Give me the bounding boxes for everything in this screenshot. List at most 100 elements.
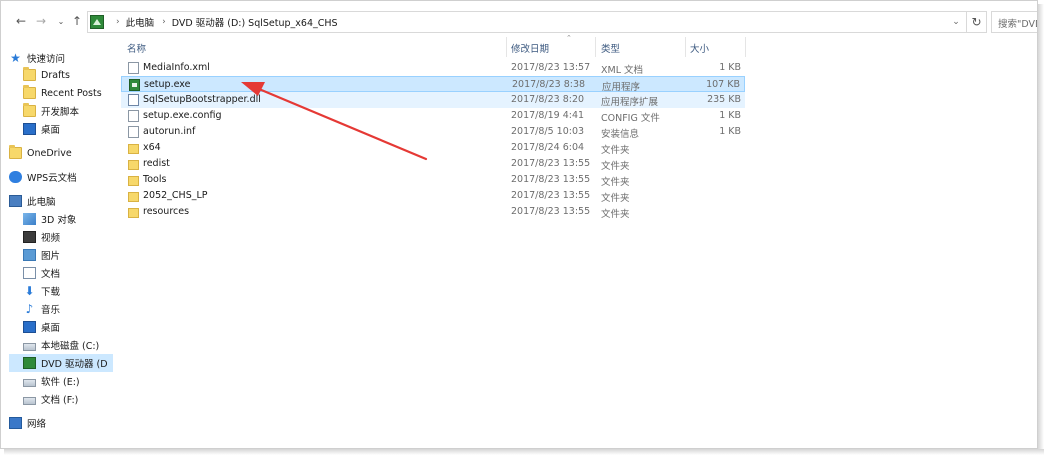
- column-header-type[interactable]: 类型: [601, 41, 620, 55]
- file-type: 安装信息: [601, 129, 640, 140]
- file-row[interactable]: x64 2017/8/24 6:04 文件夹: [121, 140, 745, 156]
- file-type: 应用程序: [602, 82, 641, 93]
- file-row[interactable]: redist 2017/8/23 13:55 文件夹: [121, 156, 745, 172]
- sidebar-item-dvd-drive[interactable]: DVD 驱动器 (D: [9, 354, 113, 372]
- breadcrumb-separator-icon: ›: [162, 17, 166, 27]
- sidebar-item-label: 此电脑: [27, 197, 56, 208]
- file-row[interactable]: SqlSetupBootstrapper.dll 2017/8/23 8:20 …: [121, 92, 745, 108]
- sidebar-item-label: 桌面: [41, 125, 61, 136]
- file-row[interactable]: autorun.inf 2017/8/5 10:03 安装信息 1 KB: [121, 124, 745, 140]
- sidebar-item-label: 视频: [41, 233, 61, 244]
- documents-icon: [23, 267, 36, 279]
- file-date: 2017/8/23 13:55: [511, 190, 591, 201]
- recent-locations-chevron-icon[interactable]: ⌄: [53, 13, 69, 29]
- file-size: 235 KB: [707, 94, 741, 105]
- search-input[interactable]: 搜索"DVD 驱动器 (D:): [991, 11, 1037, 33]
- refresh-icon[interactable]: ↻: [967, 11, 987, 33]
- sidebar-item-this-pc[interactable]: 此电脑: [9, 192, 113, 210]
- file-name: autorun.inf: [143, 126, 196, 137]
- exe-file-icon: [129, 79, 140, 91]
- sidebar-item-onedrive[interactable]: OneDrive: [9, 144, 113, 162]
- sidebar-item-label: 开发脚本: [41, 107, 80, 118]
- up-arrow-icon[interactable]: ↑: [69, 13, 85, 29]
- folder-icon: [128, 208, 139, 218]
- column-header-name[interactable]: 名称: [127, 41, 146, 55]
- sidebar-item-recent-posts[interactable]: Recent Posts: [9, 84, 113, 102]
- breadcrumb-dvd-drive[interactable]: DVD 驱动器 (D:) SqlSetup_x64_CHS: [172, 15, 338, 29]
- file-row[interactable]: 2052_CHS_LP 2017/8/23 13:55 文件夹: [121, 188, 745, 204]
- chevron-down-icon[interactable]: ⌄: [950, 16, 962, 28]
- sidebar-item-drafts[interactable]: Drafts: [9, 66, 113, 84]
- sidebar-item-label: OneDrive: [27, 147, 72, 159]
- breadcrumb-this-pc[interactable]: 此电脑: [126, 15, 155, 29]
- dll-file-icon: [128, 94, 139, 106]
- file-name: 2052_CHS_LP: [143, 190, 208, 201]
- drive-icon: [23, 342, 36, 351]
- sidebar-item-label: DVD 驱动器 (D: [41, 359, 108, 370]
- sidebar-item-quick-access[interactable]: ★ 快速访问: [9, 49, 113, 67]
- sidebar-item-documents[interactable]: 文档: [9, 264, 113, 282]
- sidebar-item-local-disk-c[interactable]: 本地磁盘 (C:): [9, 336, 113, 354]
- sidebar-item-videos[interactable]: 视频: [9, 228, 113, 246]
- star-icon: ★: [10, 51, 21, 65]
- network-icon: [9, 417, 22, 429]
- sidebar-item-label: 快速访问: [27, 54, 66, 65]
- file-row[interactable]: Tools 2017/8/23 13:55 文件夹: [121, 172, 745, 188]
- file-size: 107 KB: [706, 79, 740, 90]
- sidebar-item-3d-objects[interactable]: 3D 对象: [9, 210, 113, 228]
- sidebar-item-pictures[interactable]: 图片: [9, 246, 113, 264]
- column-header-date[interactable]: 修改日期: [511, 41, 549, 55]
- file-name: SqlSetupBootstrapper.dll: [143, 94, 261, 105]
- sidebar-item-wps-cloud[interactable]: WPS云文档: [9, 168, 113, 186]
- window-shadow: [1038, 4, 1044, 455]
- sidebar-item-label: 软件 (E:): [41, 377, 80, 388]
- sidebar-item-software-e[interactable]: 软件 (E:): [9, 372, 113, 390]
- sidebar-item-dev-scripts[interactable]: 开发脚本: [9, 102, 113, 120]
- file-type: 应用程序扩展: [601, 97, 659, 108]
- column-header-size[interactable]: 大小: [690, 41, 709, 55]
- file-row[interactable]: MediaInfo.xml 2017/8/23 13:57 XML 文档 1 K…: [121, 60, 745, 76]
- sidebar-item-label: Recent Posts: [41, 87, 102, 99]
- column-divider[interactable]: [685, 37, 686, 57]
- sidebar-item-downloads[interactable]: ⬇ 下载: [9, 282, 113, 300]
- dvd-drive-icon: [23, 357, 36, 369]
- file-date: 2017/8/23 13:55: [511, 206, 591, 217]
- file-type: 文件夹: [601, 145, 630, 156]
- file-type: XML 文档: [601, 65, 644, 76]
- download-icon: ⬇: [24, 284, 35, 298]
- column-divider[interactable]: [745, 37, 746, 57]
- pictures-icon: [23, 249, 36, 261]
- sidebar-item-label: 下载: [41, 287, 61, 298]
- folder-icon: [23, 67, 36, 81]
- folder-icon: [23, 103, 36, 117]
- sidebar-item-documents-f[interactable]: 文档 (F:): [9, 390, 113, 408]
- sidebar-item-label: 图片: [41, 251, 61, 262]
- column-divider[interactable]: [595, 37, 596, 57]
- file-row[interactable]: setup.exe.config 2017/8/19 4:41 CONFIG 文…: [121, 108, 745, 124]
- file-size: 1 KB: [719, 110, 741, 121]
- sidebar-item-label: 音乐: [41, 305, 61, 316]
- sidebar-item-label: 3D 对象: [41, 215, 77, 226]
- file-date: 2017/8/23 8:38: [512, 79, 586, 90]
- sidebar-item-desktop[interactable]: 桌面: [9, 120, 113, 138]
- forward-arrow-icon[interactable]: →: [33, 13, 49, 29]
- music-icon: ♪: [25, 302, 34, 316]
- sort-ascending-icon: ⌃: [566, 34, 572, 42]
- back-arrow-icon[interactable]: ←: [13, 13, 29, 29]
- sidebar-item-music[interactable]: ♪ 音乐: [9, 300, 113, 318]
- sidebar-item-label: 文档: [41, 269, 61, 280]
- file-row-selected[interactable]: setup.exe 2017/8/23 8:38 应用程序 107 KB: [121, 76, 745, 93]
- file-row[interactable]: resources 2017/8/23 13:55 文件夹: [121, 204, 745, 220]
- desktop-icon: [23, 123, 36, 135]
- address-bar[interactable]: › 此电脑 › DVD 驱动器 (D:) SqlSetup_x64_CHS ⌄: [87, 11, 967, 33]
- column-divider[interactable]: [506, 37, 507, 57]
- cloud-icon: [9, 171, 22, 183]
- sidebar-item-network[interactable]: 网络: [9, 414, 113, 432]
- file-name: x64: [143, 142, 161, 153]
- file-name: redist: [143, 158, 170, 169]
- folder-icon: [23, 85, 36, 99]
- sidebar-item-desktop-pc[interactable]: 桌面: [9, 318, 113, 336]
- file-date: 2017/8/23 13:55: [511, 174, 591, 185]
- navigation-pane: ★ 快速访问 Drafts Recent Posts 开发脚本 桌面 OneDr…: [9, 47, 113, 447]
- file-type: 文件夹: [601, 161, 630, 172]
